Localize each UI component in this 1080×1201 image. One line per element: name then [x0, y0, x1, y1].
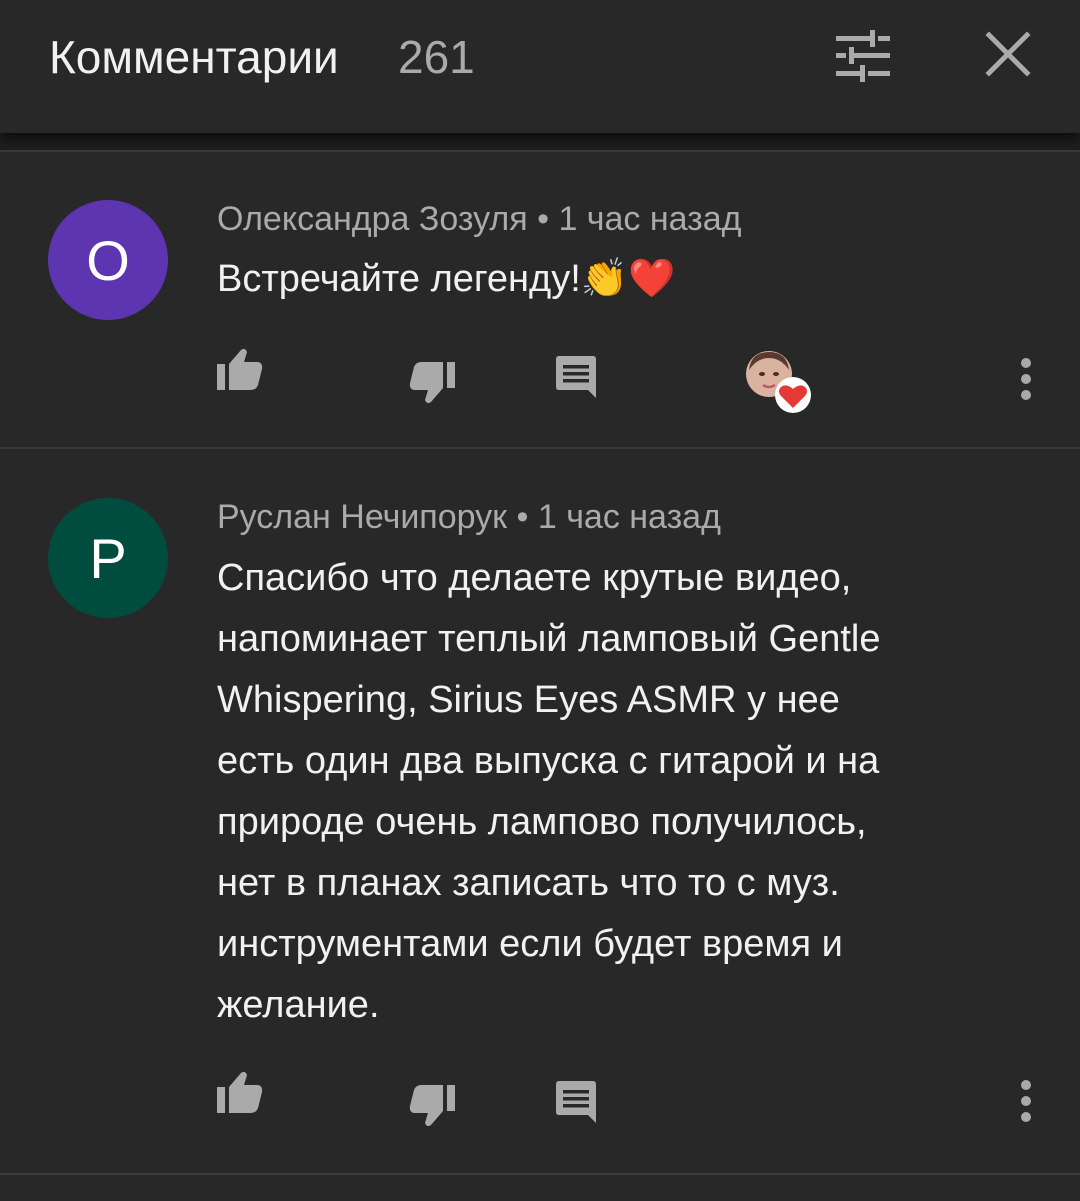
comment-text: Спасибо что делаете крутые видео, напоми… [217, 557, 881, 1026]
comment-item: O Олександра Зозуля • 1 час назад Встреч… [0, 152, 1080, 447]
comments-title: Комментарии [49, 31, 339, 83]
dislike-icon[interactable] [409, 1085, 455, 1127]
meta-separator: • [537, 200, 549, 238]
creator-heart-icon[interactable] [745, 350, 815, 420]
comment-time[interactable]: 1 час назад [558, 200, 741, 238]
more-options-icon[interactable] [1018, 357, 1034, 405]
like-icon[interactable] [217, 348, 263, 390]
comment-item: P Руслан Нечипорук • 1 час назад Спасибо… [0, 449, 1080, 1173]
comment-emojis: 👏❤️ [580, 256, 676, 300]
sort-filter-icon[interactable] [834, 30, 892, 82]
divider [0, 1173, 1080, 1175]
comments-header: Комментарии 261 [0, 0, 1080, 133]
dislike-icon[interactable] [409, 362, 455, 404]
close-icon[interactable] [984, 30, 1032, 78]
comment-author[interactable]: Олександра Зозуля [217, 200, 528, 238]
header-shadow-strip [0, 133, 1080, 150]
comments-count: 261 [398, 31, 475, 83]
meta-separator: • [516, 498, 529, 536]
avatar-letter: P [89, 526, 127, 590]
avatar[interactable]: O [48, 200, 168, 320]
reply-icon[interactable] [556, 1081, 596, 1123]
avatar-letter: O [86, 228, 130, 292]
reply-icon[interactable] [556, 356, 596, 398]
comment-time[interactable]: 1 час назад [538, 498, 721, 536]
comment-text-body: Встречайте легенду! [217, 258, 581, 300]
more-options-icon[interactable] [1018, 1079, 1034, 1127]
like-icon[interactable] [217, 1071, 263, 1113]
comment-text: Встречайте легенду!👏❤️ [217, 248, 1017, 310]
comment-meta: Олександра Зозуля • 1 час назад [217, 200, 742, 239]
comment-meta: Руслан Нечипорук • 1 час назад [217, 498, 721, 537]
avatar[interactable]: P [48, 498, 168, 618]
comment-author[interactable]: Руслан Нечипорук [217, 498, 507, 536]
